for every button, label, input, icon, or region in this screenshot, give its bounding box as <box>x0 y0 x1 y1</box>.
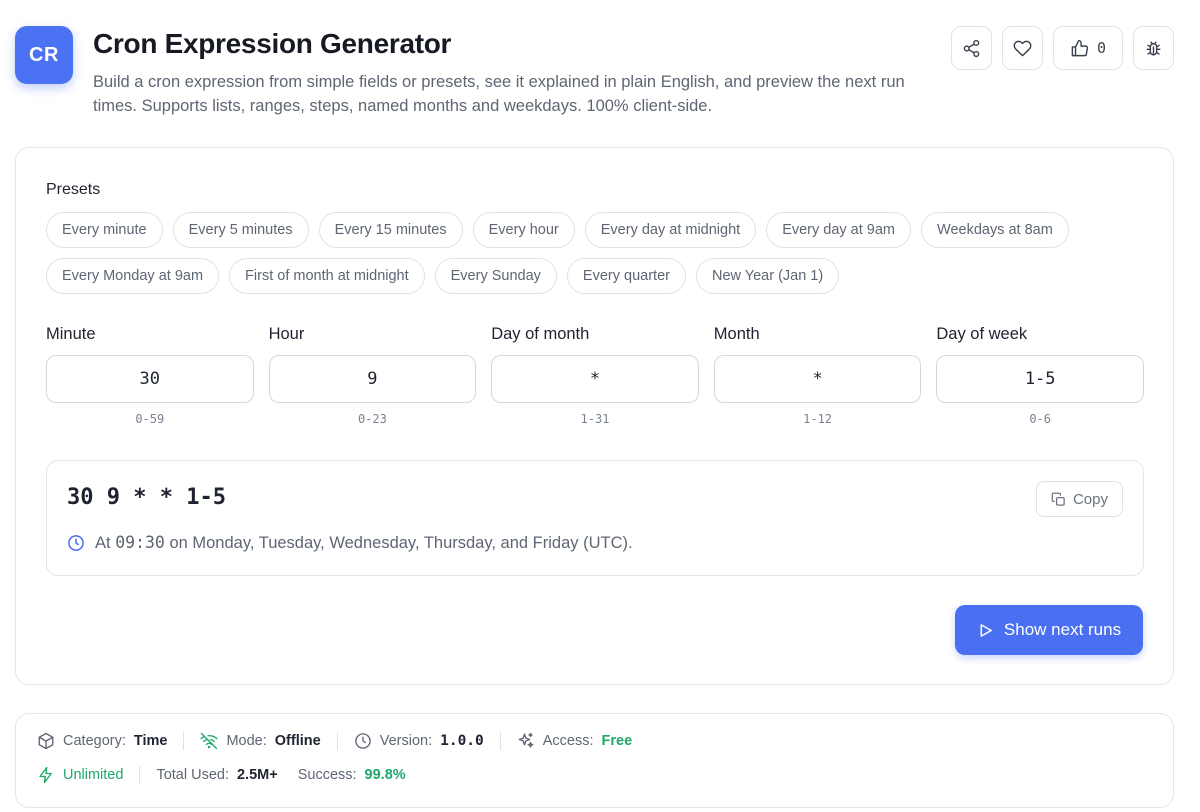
info-category: Category: Time <box>37 732 167 750</box>
access-label: Access: <box>542 733 594 749</box>
copy-icon <box>1051 492 1065 506</box>
info-row-primary: Category: Time Mode: Offline Version: 1.… <box>37 732 632 750</box>
divider <box>183 732 185 750</box>
info-access: Access: Free <box>517 732 632 750</box>
copy-label: Copy <box>1072 490 1108 508</box>
field-hint: 0-23 <box>357 412 387 426</box>
day-of-month-input[interactable] <box>491 355 699 403</box>
share-icon <box>963 39 980 57</box>
explanation-rest: on Monday, Tuesday, Wednesday, Thursday,… <box>164 534 633 552</box>
clock-icon <box>68 535 84 551</box>
explanation-text: At 09:30 on Monday, Tuesday, Wednesday, … <box>95 533 633 553</box>
preset-every-day-9am[interactable]: Every day at 9am <box>766 212 912 248</box>
generator-card: Presets Every minute Every 5 minutes Eve… <box>15 147 1174 685</box>
thumbs-up-icon <box>1071 39 1089 56</box>
like-button[interactable]: 0 <box>1052 26 1123 70</box>
box-icon <box>38 732 54 750</box>
info-version: Version: 1.0.0 <box>354 732 484 750</box>
field-label: Hour <box>268 325 305 343</box>
preset-every-monday-9am[interactable]: Every Monday at 9am <box>46 258 220 294</box>
preset-every-15-minutes[interactable]: Every 15 minutes <box>318 212 463 248</box>
show-next-runs-button[interactable]: Show next runs <box>955 605 1143 655</box>
explanation-prefix: At <box>95 534 116 552</box>
preset-new-year[interactable]: New Year (Jan 1) <box>695 258 840 294</box>
preset-every-day-midnight[interactable]: Every day at midnight <box>584 212 757 248</box>
preset-every-sunday[interactable]: Every Sunday <box>434 258 557 294</box>
preset-every-5-minutes[interactable]: Every 5 minutes <box>172 212 309 248</box>
success-value: 99.8% <box>364 767 406 783</box>
divider <box>336 732 338 750</box>
field-month: Month 1-12 <box>713 325 922 426</box>
presets-list: Every minute Every 5 minutes Every 15 mi… <box>46 212 1136 294</box>
header-actions: 0 <box>950 26 1174 70</box>
preset-every-quarter[interactable]: Every quarter <box>566 258 686 294</box>
total-used-value: 2.5M+ <box>236 767 278 783</box>
field-day-of-month: Day of month 1-31 <box>491 325 699 426</box>
category-label: Category: <box>63 733 126 749</box>
wifi-off-icon <box>200 732 219 750</box>
preset-weekdays-8am[interactable]: Weekdays at 8am <box>921 212 1069 248</box>
field-minute: Minute 0-59 <box>46 325 254 426</box>
field-label: Day of month <box>491 325 590 343</box>
preset-every-minute[interactable]: Every minute <box>46 212 163 248</box>
version-label: Version: <box>379 733 433 749</box>
tool-info-card: Category: Time Mode: Offline Version: 1.… <box>15 713 1174 808</box>
like-count: 0 <box>1096 39 1106 57</box>
field-label: Minute <box>46 325 96 343</box>
hour-input[interactable] <box>268 355 477 403</box>
field-hint: 0-59 <box>135 412 165 426</box>
field-hour: Hour 0-23 <box>268 325 477 426</box>
cron-explanation: At 09:30 on Monday, Tuesday, Wednesday, … <box>67 533 633 553</box>
cron-fields: Minute 0-59 Hour 0-23 Day of month 1-31 … <box>46 325 1144 426</box>
info-unlimited: Unlimited <box>37 766 123 784</box>
clock-icon <box>354 733 371 749</box>
day-of-week-input[interactable] <box>936 355 1144 403</box>
share-button[interactable] <box>950 26 992 70</box>
access-value: Free <box>601 733 633 749</box>
favorite-button[interactable] <box>1001 26 1043 70</box>
preset-every-hour[interactable]: Every hour <box>472 212 575 248</box>
field-hint: 0-6 <box>1029 412 1052 426</box>
bug-icon <box>1146 40 1161 56</box>
info-success: Success: 99.8% <box>298 767 406 783</box>
divider <box>499 732 501 750</box>
total-used-label: Total Used: <box>156 767 229 783</box>
field-day-of-week: Day of week 0-6 <box>936 325 1144 426</box>
unlimited-label: Unlimited <box>63 767 124 783</box>
mode-label: Mode: <box>226 733 267 749</box>
app-logo: CR <box>15 26 73 84</box>
play-icon <box>980 623 992 637</box>
sparkles-icon <box>518 732 534 748</box>
minute-input[interactable] <box>46 355 254 403</box>
version-value: 1.0.0 <box>440 733 484 749</box>
result-panel: 30 9 * * 1-5 Copy At 09:30 on Monday, Tu… <box>46 460 1144 576</box>
info-mode: Mode: Offline <box>200 732 321 750</box>
presets-label: Presets <box>46 181 101 198</box>
month-input[interactable] <box>713 355 922 403</box>
divider <box>139 766 141 784</box>
preset-first-of-month[interactable]: First of month at midnight <box>229 258 425 294</box>
heart-icon <box>1013 40 1032 56</box>
field-label: Day of week <box>936 325 1028 343</box>
lightning-icon <box>39 766 52 784</box>
field-hint: 1-12 <box>803 412 833 426</box>
mode-value: Offline <box>274 733 321 749</box>
category-value: Time <box>133 733 168 749</box>
explanation-time: 09:30 <box>115 533 165 552</box>
info-row-secondary: Unlimited Total Used: 2.5M+ Success: 99.… <box>37 766 406 784</box>
field-label: Month <box>713 325 760 343</box>
success-label: Success: <box>297 767 357 783</box>
show-next-runs-label: Show next runs <box>1003 620 1122 639</box>
info-total-used: Total Used: 2.5M+ <box>156 767 277 783</box>
copy-button[interactable]: Copy <box>1035 481 1123 517</box>
page-title: Cron Expression Generator <box>93 28 452 59</box>
page-subtitle: Build a cron expression from simple fiel… <box>93 73 905 115</box>
cron-expression: 30 9 * * 1-5 <box>67 485 226 510</box>
report-bug-button[interactable] <box>1133 26 1174 70</box>
field-hint: 1-31 <box>580 412 610 426</box>
